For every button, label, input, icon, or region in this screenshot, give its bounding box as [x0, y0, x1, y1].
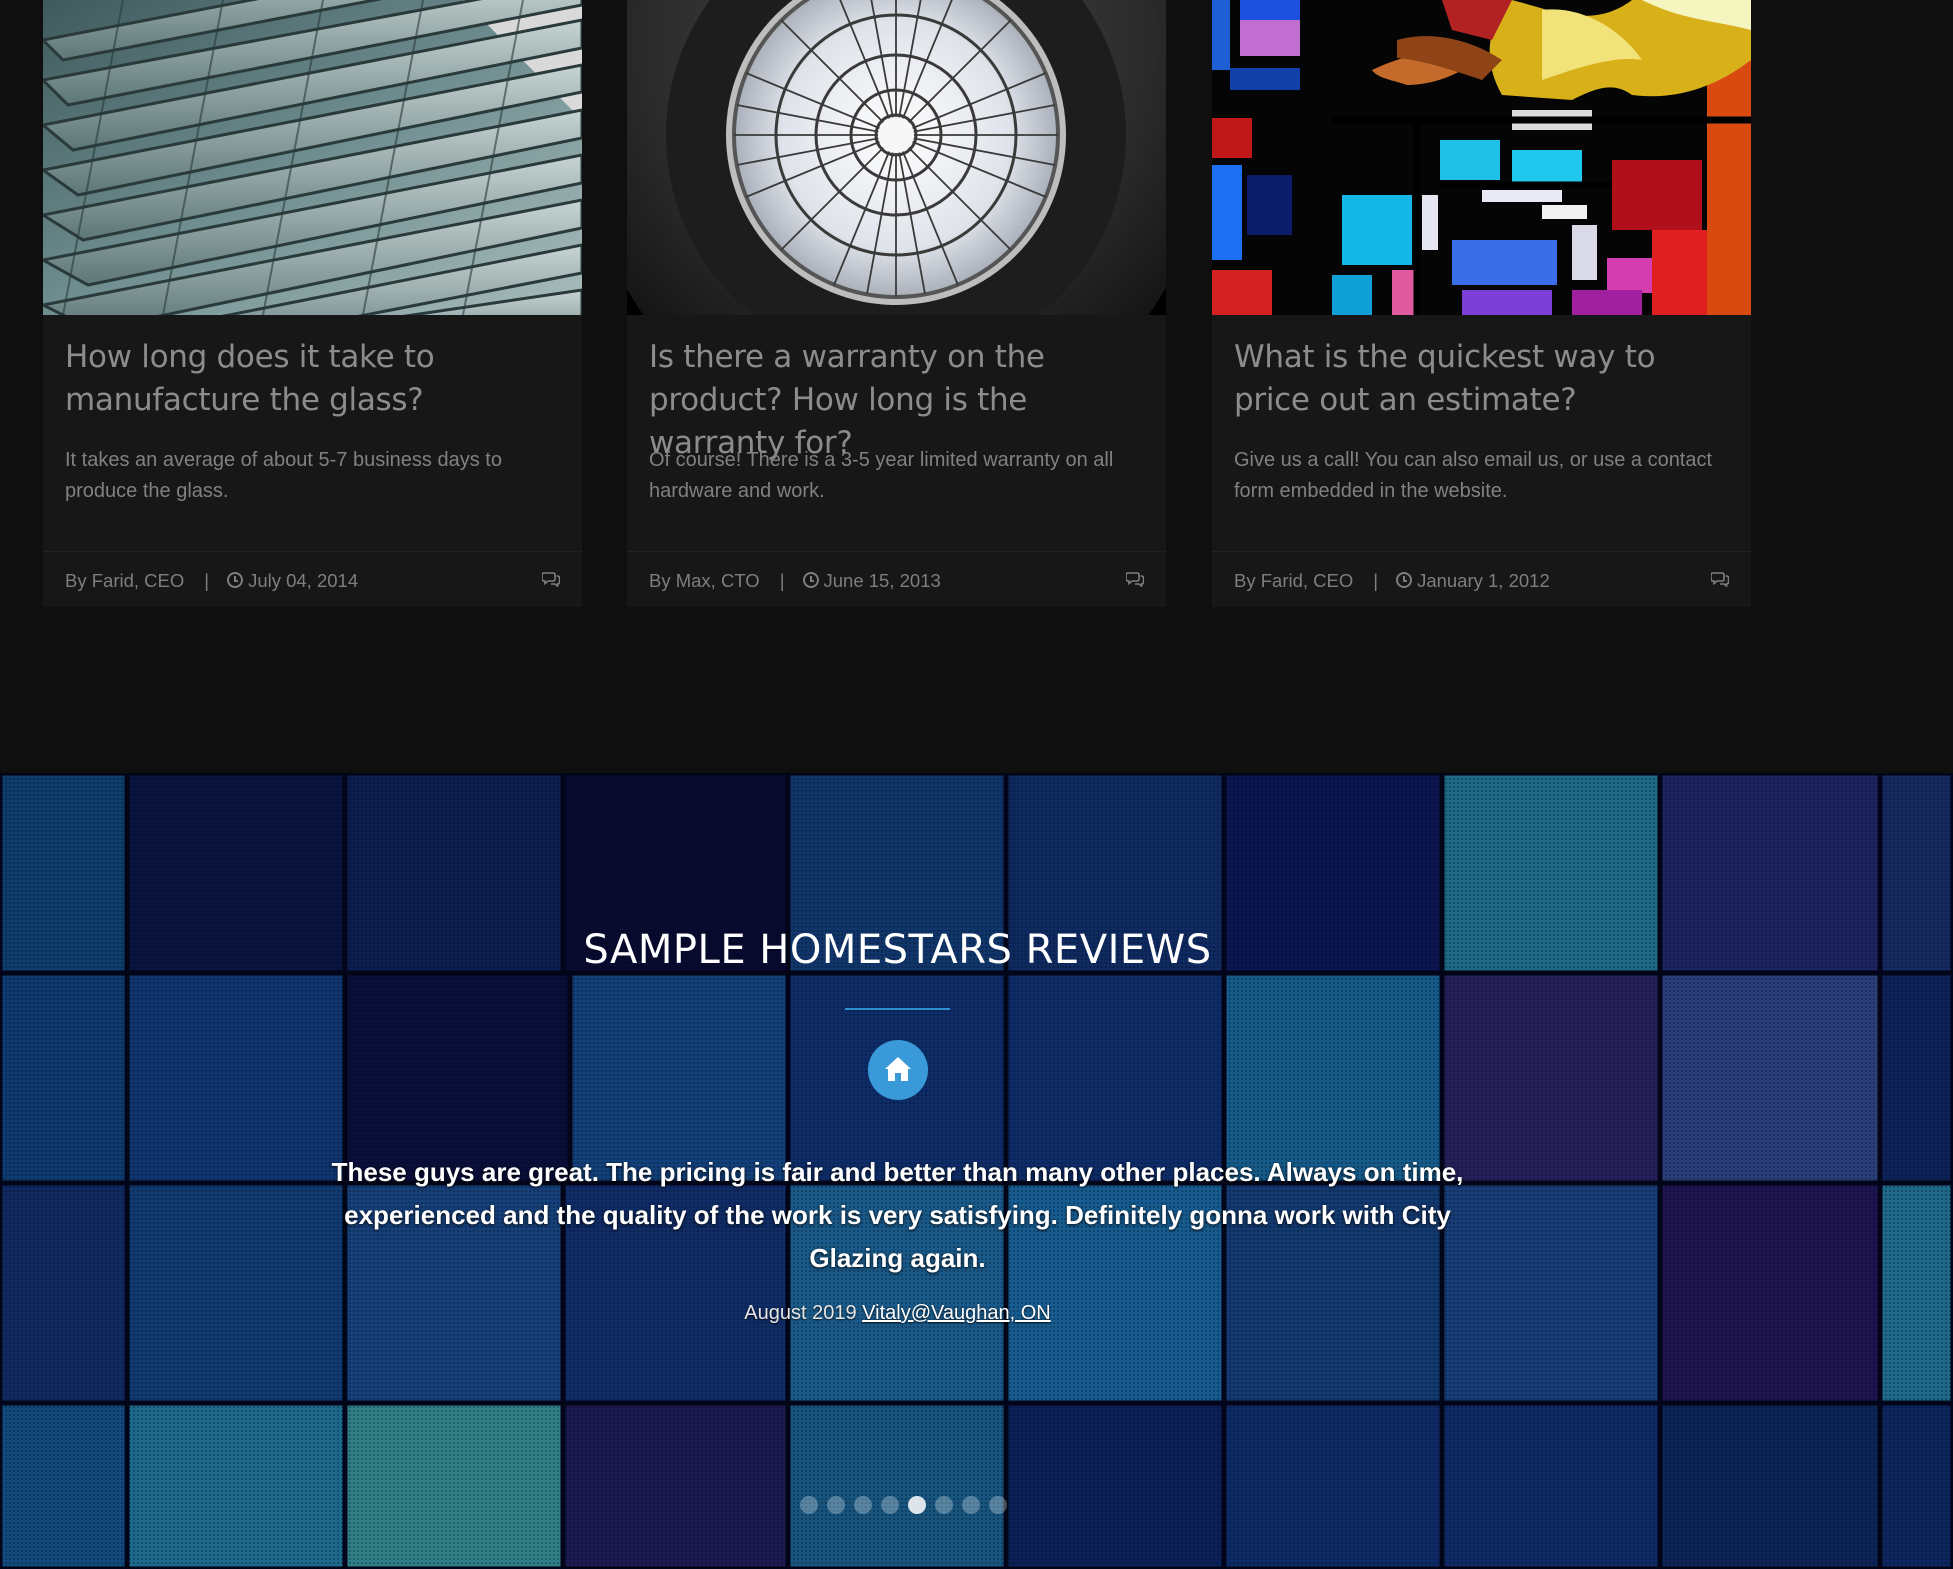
- reviewer-link[interactable]: Vitaly@Vaughan, ON: [862, 1302, 1051, 1324]
- glass-facade-image[interactable]: [43, 0, 582, 315]
- review-quote: These guys are great. The pricing is fai…: [331, 1157, 1464, 1273]
- post-excerpt: Give us a call! You can also email us, o…: [1234, 449, 1713, 502]
- post-meta: By Farid, CEO | July 04, 2014: [43, 551, 582, 608]
- pager-dot-8[interactable]: [989, 1496, 1007, 1514]
- meta-separator: |: [204, 570, 210, 591]
- pager-dot-7[interactable]: [962, 1496, 980, 1514]
- post-author: By Farid, CEO: [65, 570, 185, 591]
- blog-card: What is the quickest way to price out an…: [1212, 0, 1751, 607]
- clock-icon: [802, 572, 819, 588]
- post-date: June 15, 2013: [823, 570, 941, 591]
- meta-separator: |: [1373, 570, 1379, 591]
- post-excerpt: It takes an average of about 5-7 busines…: [65, 449, 502, 502]
- comments-icon[interactable]: [1126, 571, 1144, 587]
- review-attribution: August 2019 Vitaly@Vaughan, ON: [0, 1302, 1795, 1325]
- post-author: By Farid, CEO: [1234, 570, 1354, 591]
- pager-dot-2[interactable]: [827, 1496, 845, 1514]
- post-excerpt: Of course! There is a 3-5 year limited w…: [649, 449, 1114, 502]
- post-title[interactable]: How long does it take to manufacture the…: [65, 336, 565, 422]
- round-skylight-image[interactable]: [627, 0, 1166, 315]
- home-icon-badge: [868, 1040, 928, 1100]
- pager-dot-3[interactable]: [854, 1496, 872, 1514]
- meta-separator: |: [779, 570, 785, 591]
- heading-divider: [845, 1008, 950, 1010]
- clock-icon: [227, 572, 244, 588]
- blog-card: Is there a warranty on the product? How …: [627, 0, 1166, 607]
- post-author: By Max, CTO: [649, 570, 760, 591]
- pager-dot-4[interactable]: [881, 1496, 899, 1514]
- post-date: July 04, 2014: [248, 570, 359, 591]
- post-title[interactable]: What is the quickest way to price out an…: [1234, 336, 1734, 422]
- pager-dot-6[interactable]: [935, 1496, 953, 1514]
- comments-icon[interactable]: [1711, 571, 1729, 587]
- clock-icon: [1396, 572, 1413, 588]
- reviews-heading: SAMPLE HOMESTARS REVIEWS: [583, 927, 1212, 973]
- pager-dot-1[interactable]: [800, 1496, 818, 1514]
- blog-cards: How long does it take to manufacture the…: [43, 0, 1752, 607]
- reviews-section: SAMPLE HOMESTARS REVIEWS These guys are …: [0, 773, 1953, 1569]
- home-icon: [885, 1057, 911, 1081]
- review-date: August 2019: [744, 1302, 857, 1324]
- stained-glass-image[interactable]: [1212, 0, 1751, 315]
- blog-card: How long does it take to manufacture the…: [43, 0, 582, 607]
- post-date: January 1, 2012: [1417, 570, 1550, 591]
- post-meta: By Farid, CEO | January 1, 2012: [1212, 551, 1751, 608]
- pager-dot-5[interactable]: [908, 1496, 926, 1514]
- post-meta: By Max, CTO | June 15, 2013: [627, 551, 1166, 608]
- comments-icon[interactable]: [542, 571, 560, 587]
